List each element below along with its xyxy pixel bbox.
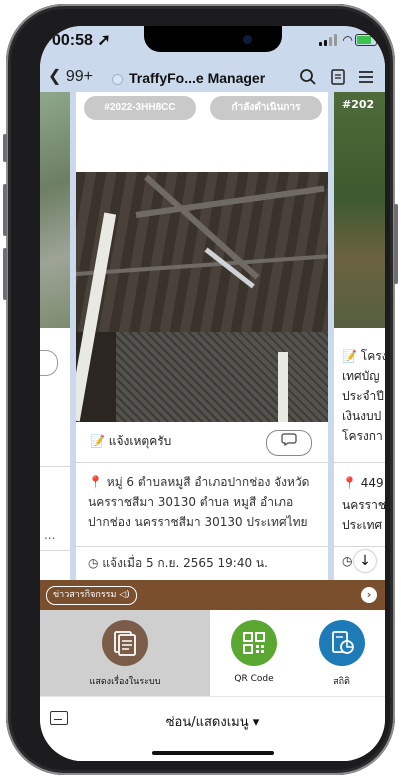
power-button	[394, 204, 398, 284]
address-text: 📍 หมู่ 6 ตำบลหมูสี อำเภอปากช่อง จังหวัดน…	[88, 475, 310, 529]
divider	[40, 550, 70, 551]
search-icon[interactable]	[298, 68, 318, 88]
status-time: 00:58 ➚	[52, 32, 111, 49]
documents-icon	[102, 620, 148, 666]
menu-item-label: QR Code	[234, 674, 274, 684]
pin-icon: 📍	[88, 475, 103, 489]
reported-time: ◷ แจ้งเมื่อ 5 ก.ย. 2565 19:40 น.	[88, 556, 268, 570]
menu-item-statistics[interactable]: สถิติ	[298, 610, 385, 696]
nav-bar: ❮ 99+ TraffyFo...e Manager	[40, 62, 385, 92]
menu-item-show-issues[interactable]: แสดงเรื่องในระบบ	[40, 610, 210, 696]
description-line: เทศบัญ	[342, 369, 380, 383]
clock-icon: ◷	[88, 556, 99, 570]
volume-up-button	[3, 184, 7, 236]
address-line: ประเทศ	[342, 518, 383, 532]
menu-item-label: แสดงเรื่องในระบบ	[89, 677, 161, 687]
page-title: TraffyFo...e Manager	[112, 70, 265, 86]
card-previous[interactable]: ...	[40, 92, 70, 580]
chat-button[interactable]	[266, 430, 312, 456]
camera	[243, 35, 252, 44]
news-button[interactable]: ข่าวสารกิจกรรม ◁)	[46, 586, 137, 605]
next-arrow-icon[interactable]: ›	[361, 587, 377, 603]
memo-icon: 📝	[90, 434, 105, 448]
ticket-id-badge: #2022-3HH8CC	[84, 96, 196, 120]
mute-switch	[3, 134, 7, 162]
wifi-icon: ◠	[342, 33, 353, 47]
menu-item-label: สถิติ	[333, 677, 350, 687]
card-current[interactable]: #2022-3HH8CC กำลังดำเนินการ 📝 แจ้งเหตุคร…	[76, 92, 328, 580]
bottom-menu: แสดงเรื่องในระบบ QR Code สถิติ	[40, 610, 385, 696]
status-badge: กำลังดำเนินการ	[210, 96, 322, 120]
news-bar: ข่าวสารกิจกรรม ◁) ›	[40, 580, 385, 610]
notch	[144, 26, 282, 52]
ticket-id-badge: #202	[342, 98, 375, 111]
battery-icon	[355, 34, 377, 46]
back-button[interactable]: ❮ 99+	[48, 66, 93, 86]
app-logo-icon	[112, 73, 123, 85]
description-line: 📝 โครง	[342, 349, 385, 363]
divider	[334, 462, 385, 463]
address-line: นครราช	[342, 498, 385, 512]
phone-frame: 00:58 ➚ ◠ ❮ 99+ TraffyFo...e Manager ...…	[3, 4, 398, 775]
menu-icon[interactable]	[356, 68, 376, 88]
note-icon[interactable]	[328, 68, 348, 88]
divider	[334, 546, 385, 547]
bottom-bar: ซ่อน/แสดงเมนู ▾	[40, 696, 385, 761]
description-line: โครงกา	[342, 429, 383, 443]
post	[278, 352, 288, 422]
description-line: ประจำปี	[342, 389, 384, 403]
divider	[76, 546, 328, 547]
toggle-menu-button[interactable]: ซ่อน/แสดงเมนู ▾	[40, 711, 385, 732]
statistics-icon	[318, 620, 365, 666]
menu-item-qr-code[interactable]: QR Code	[210, 610, 298, 696]
wire-mesh	[116, 332, 328, 422]
divider	[40, 466, 70, 467]
description-line: เงินงบป	[342, 409, 382, 423]
card-photo	[334, 92, 385, 328]
address-line: 📍 449	[342, 476, 384, 490]
issue-photo[interactable]	[76, 172, 328, 422]
chat-button[interactable]	[40, 350, 58, 376]
screen: 00:58 ➚ ◠ ❮ 99+ TraffyFo...e Manager ...…	[40, 26, 385, 761]
card-next[interactable]: #202 📝 โครง เทศบัญ ประจำปี เงินงบป โครงก…	[334, 92, 385, 580]
home-indicator	[152, 751, 274, 755]
card-photo	[40, 92, 70, 328]
volume-down-button	[3, 248, 7, 300]
divider	[76, 462, 328, 463]
card-carousel[interactable]: ... #2022-3HH8CC กำลังดำเนินการ 📝 แจ้งเห…	[40, 92, 385, 580]
scroll-down-icon[interactable]: ↓	[354, 550, 376, 572]
signal-icon	[319, 34, 339, 46]
back-count: 99+	[65, 68, 93, 85]
status-bar: 00:58 ➚ ◠	[40, 26, 385, 56]
clock-icon: ◷	[342, 554, 353, 568]
address-ellipsis: ...	[44, 528, 56, 542]
megaphone-icon: ◁)	[119, 590, 130, 600]
top-bar: 00:58 ➚ ◠ ❮ 99+ TraffyFo...e Manager	[40, 26, 385, 100]
qr-code-icon	[231, 620, 277, 666]
report-label: 📝 แจ้งเหตุครับ	[90, 434, 172, 448]
